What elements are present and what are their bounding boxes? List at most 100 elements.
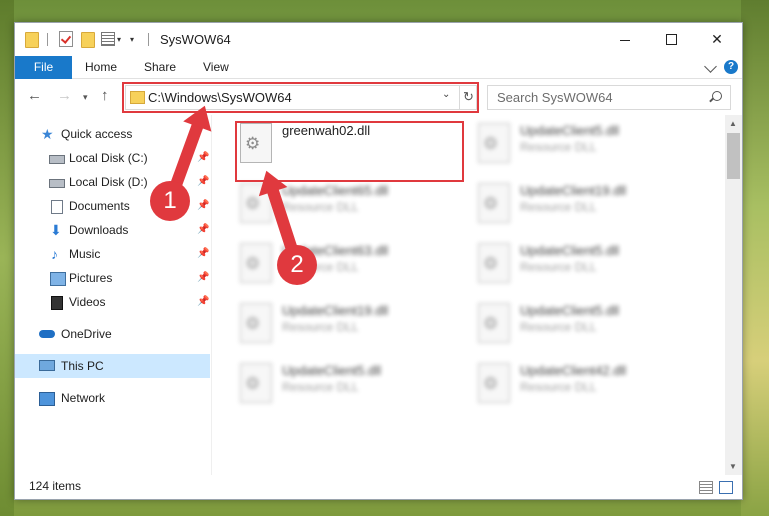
pin-icon[interactable]: 📌 (197, 242, 209, 266)
chevron-down-icon[interactable]: ▾ (117, 35, 121, 44)
sidebar-item-music[interactable]: ♪ Music 📌 (15, 242, 210, 266)
dll-file-icon (478, 303, 510, 343)
status-bar: 124 items (15, 475, 742, 499)
dll-file-icon (240, 243, 272, 283)
file-description: Resource DLL (520, 320, 597, 334)
file-item[interactable]: UpdateClient5.dll Resource DLL (470, 239, 700, 295)
help-icon[interactable]: ? (724, 60, 738, 74)
dll-file-icon (478, 363, 510, 403)
network-icon (39, 392, 55, 406)
back-button[interactable]: ← (27, 87, 42, 104)
file-item[interactable]: UpdateClient19.dll Resource DLL (470, 179, 700, 235)
file-name: UpdateClient19.dll (520, 183, 627, 198)
computer-icon (39, 360, 55, 371)
title-bar: ▾ ▾ SysWOW64 ✕ (15, 23, 742, 56)
step-1-badge: 1 (150, 181, 190, 221)
file-name: UpdateClient19.dll (282, 303, 389, 318)
sidebar-item-quick-access[interactable]: ★ Quick access (15, 122, 210, 146)
close-button[interactable]: ✕ (694, 23, 740, 56)
file-name: UpdateClient5.dll (520, 123, 620, 138)
search-input[interactable]: Search SysWOW64 (487, 85, 731, 110)
sidebar-item-label: Downloads (69, 223, 129, 237)
file-name: UpdateClient5.dll (520, 243, 620, 258)
pin-icon[interactable]: 📌 (197, 290, 209, 314)
drive-icon (49, 155, 65, 164)
customize-quick-access-icon[interactable]: ▾ (130, 35, 134, 44)
ribbon-tabs: File Home Share View ? (15, 56, 742, 79)
sidebar-item-videos[interactable]: Videos 📌 (15, 290, 210, 314)
details-view-icon[interactable] (699, 481, 713, 494)
file-name: UpdateClient5.dll (520, 303, 620, 318)
window-title: SysWOW64 (160, 32, 231, 47)
step-2-badge: 2 (277, 245, 317, 285)
pin-icon[interactable]: 📌 (197, 170, 209, 194)
large-icons-view-icon[interactable] (719, 481, 733, 494)
sidebar-item-network[interactable]: Network (15, 386, 210, 410)
toolbar-separator (47, 33, 48, 46)
dll-file-icon (478, 243, 510, 283)
scrollbar-thumb[interactable] (727, 133, 740, 179)
sidebar-item-pictures[interactable]: Pictures 📌 (15, 266, 210, 290)
file-item[interactable]: UpdateClient5.dll Resource DLL (470, 119, 700, 175)
up-button[interactable]: ↑ (101, 87, 109, 104)
sidebar-item-onedrive[interactable]: OneDrive (15, 322, 210, 346)
sidebar-item-this-pc[interactable]: This PC (15, 354, 210, 378)
vertical-scrollbar[interactable]: ▲ ▼ (725, 115, 742, 475)
tab-view[interactable]: View (203, 56, 229, 78)
star-icon: ★ (41, 126, 54, 142)
desktop-wallpaper-right (741, 0, 769, 516)
file-name: UpdateClient5.dll (282, 363, 382, 378)
sidebar-item-label: OneDrive (61, 327, 112, 341)
file-item[interactable]: UpdateClient63.dll Resource DLL (232, 239, 462, 295)
folder-icon (25, 32, 39, 48)
tab-share[interactable]: Share (144, 56, 176, 78)
file-description: Resource DLL (520, 200, 597, 214)
search-icon[interactable] (712, 91, 722, 101)
sidebar-item-label: Videos (69, 295, 106, 309)
properties-icon[interactable] (101, 32, 115, 46)
pin-icon[interactable]: 📌 (197, 266, 209, 290)
sidebar-item-label: Music (69, 247, 101, 261)
file-name: UpdateClient42.dll (520, 363, 627, 378)
scroll-up-icon[interactable]: ▲ (729, 119, 737, 128)
item-count: 124 items (29, 479, 82, 493)
dll-file-icon (240, 303, 272, 343)
tab-home[interactable]: Home (85, 56, 117, 78)
sidebar-item-label: Network (61, 391, 106, 405)
minimize-button[interactable] (602, 23, 648, 56)
file-item[interactable]: UpdateClient42.dll Resource DLL (470, 359, 700, 415)
sidebar-item-label: Local Disk (C:) (69, 151, 148, 165)
file-description: Resource DLL (520, 260, 597, 274)
expand-ribbon-icon[interactable] (704, 60, 717, 73)
pin-icon[interactable]: 📌 (197, 194, 209, 218)
videos-icon (51, 296, 63, 310)
search-placeholder: Search SysWOW64 (497, 90, 613, 105)
file-description: Resource DLL (282, 380, 359, 394)
sidebar-item-label: Pictures (69, 271, 113, 285)
pin-icon[interactable]: 📌 (197, 146, 209, 170)
file-description: Resource DLL (520, 380, 597, 394)
download-icon: ⬇ (50, 222, 62, 238)
forward-button[interactable]: → (57, 87, 72, 104)
file-description: Resource DLL (520, 140, 597, 154)
dll-file-icon (478, 183, 510, 223)
music-icon: ♪ (51, 246, 58, 262)
cloud-icon (39, 330, 55, 338)
file-item[interactable]: UpdateClient19.dll Resource DLL (232, 299, 462, 355)
file-description: Resource DLL (282, 320, 359, 334)
tab-file[interactable]: File (15, 56, 72, 79)
maximize-button[interactable] (648, 23, 694, 56)
drive-icon (49, 179, 65, 188)
dll-file-icon (478, 123, 510, 163)
scroll-down-icon[interactable]: ▼ (729, 462, 737, 471)
new-folder-icon[interactable] (81, 32, 95, 48)
pin-icon[interactable]: 📌 (197, 218, 209, 242)
file-item[interactable]: UpdateClient5.dll Resource DLL (470, 299, 700, 355)
file-explorer-window: ▾ ▾ SysWOW64 ✕ File Home Share View ? ← … (14, 22, 743, 500)
file-item[interactable]: UpdateClient5.dll Resource DLL (232, 359, 462, 415)
recent-locations-icon[interactable]: ▾ (83, 92, 88, 103)
documents-icon (51, 200, 63, 214)
sidebar-item-downloads[interactable]: ⬇ Downloads 📌 (15, 218, 210, 242)
properties-check-icon[interactable] (59, 31, 73, 47)
sidebar-item-label: This PC (61, 359, 104, 373)
